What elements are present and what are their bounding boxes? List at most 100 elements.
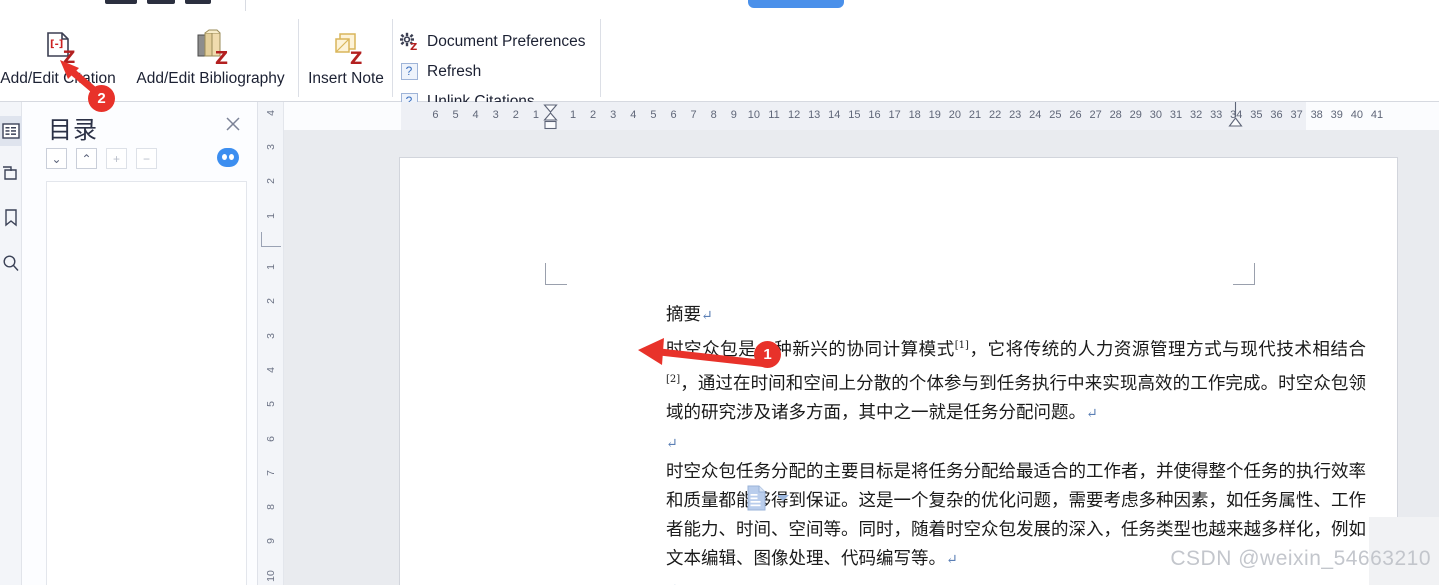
hruler-tick-right-13: 13 bbox=[808, 109, 821, 121]
toc-sync-toggle[interactable] bbox=[217, 148, 239, 167]
hruler-tick-right-29: 29 bbox=[1129, 109, 1142, 121]
paragraph-mark: ↵ bbox=[946, 551, 958, 568]
paragraph-heading[interactable]: 摘要↵ bbox=[666, 301, 1366, 331]
right-indent-marker[interactable] bbox=[1228, 102, 1243, 133]
hruler-tick-right-12: 12 bbox=[787, 109, 801, 121]
hruler-tick-left-6: 6 bbox=[432, 109, 439, 121]
hruler-tick-right-11: 11 bbox=[768, 109, 780, 121]
toc-collapse-up-button[interactable]: ⌃ bbox=[76, 148, 97, 169]
top-icon-remnant-2[interactable] bbox=[147, 0, 175, 4]
refresh-item[interactable]: ? Refresh bbox=[398, 59, 586, 84]
toggle-dot-right bbox=[229, 154, 234, 160]
hruler-tick-right-20: 20 bbox=[948, 109, 962, 121]
top-strip-divider bbox=[245, 0, 246, 11]
hruler-tick-right-40: 40 bbox=[1350, 109, 1364, 121]
top-primary-button[interactable] bbox=[748, 0, 844, 8]
bibliography-books-z-icon: Z bbox=[189, 25, 233, 67]
question-box-icon: ? bbox=[398, 62, 420, 81]
paragraph-mark: ↵ bbox=[701, 308, 713, 324]
gear-z-icon: Z bbox=[398, 32, 420, 51]
hruler-tick-left-1: 1 bbox=[532, 109, 539, 121]
minus-icon: − bbox=[142, 151, 150, 166]
top-icon-remnant-3[interactable] bbox=[185, 0, 211, 4]
vertical-ruler[interactable]: 4321 1234567891011 bbox=[258, 102, 284, 585]
toc-expand-level-button[interactable]: + bbox=[106, 148, 127, 169]
svg-text:[-]: [-] bbox=[50, 39, 63, 50]
vruler-tick-top-2: 2 bbox=[265, 178, 277, 185]
insert-note-z-icon: Z bbox=[326, 25, 366, 67]
hruler-tick-right-15: 15 bbox=[848, 109, 861, 121]
callout-badge-2: 2 bbox=[88, 85, 115, 112]
vruler-tick-body-2: 2 bbox=[265, 298, 277, 305]
zotero-ribbon-tab: [-] Z Add/Edit Citation Z Add/Edit Bibli… bbox=[0, 11, 1439, 110]
heading-text: 摘要 bbox=[666, 305, 701, 325]
document-canvas[interactable]: 摘要↵ 时空众包是一种新兴的协同计算模式[1]，它将传统的人力资源管理方式与现代技… bbox=[284, 130, 1439, 585]
csdn-watermark: CSDN @weixin_54663210 bbox=[1170, 547, 1431, 570]
paragraph-mark: ↵ bbox=[666, 582, 678, 585]
hruler-tick-right-1: 1 bbox=[569, 109, 577, 121]
hruler-tick-right-32: 32 bbox=[1189, 109, 1203, 121]
vruler-tick-body-3: 3 bbox=[265, 332, 277, 339]
toggle-dot-left bbox=[222, 154, 227, 160]
chevron-down-icon: ⌄ bbox=[51, 151, 62, 166]
hruler-tick-right-38: 38 bbox=[1310, 109, 1323, 121]
left-tool-rail bbox=[0, 102, 26, 585]
add-edit-bibliography-button[interactable]: Z Add/Edit Bibliography bbox=[128, 25, 293, 88]
paste-options-control[interactable] bbox=[746, 485, 789, 511]
table-of-contents-panel: 目录 ⌄ ⌃ + − bbox=[22, 102, 258, 585]
hruler-tick-left-4: 4 bbox=[472, 109, 479, 121]
svg-text:Z: Z bbox=[350, 49, 362, 67]
close-icon[interactable] bbox=[223, 114, 243, 134]
vruler-tick-top-3: 3 bbox=[265, 144, 277, 151]
top-icon-remnant-1[interactable] bbox=[105, 0, 137, 4]
paragraph-blank: ↵ bbox=[666, 575, 1366, 585]
text-run: ，通过在时间和空间上分散的个体参与到任务执行中来实现高效的工作完成。时空众包领域… bbox=[666, 373, 1366, 423]
toc-reduce-level-button[interactable]: − bbox=[136, 148, 157, 169]
hruler-tick-right-10: 10 bbox=[747, 109, 761, 121]
document-page[interactable]: 摘要↵ 时空众包是一种新兴的协同计算模式[1]，它将传统的人力资源管理方式与现代技… bbox=[400, 158, 1397, 585]
paragraph-mark: ↵ bbox=[1086, 405, 1098, 422]
vruler-margin-edge bbox=[261, 232, 262, 246]
vruler-tick-body-4: 4 bbox=[265, 366, 277, 373]
hruler-tick-right-31: 31 bbox=[1169, 109, 1183, 121]
insert-note-button[interactable]: Z Insert Note bbox=[302, 25, 390, 88]
hruler-tick-right-39: 39 bbox=[1330, 109, 1343, 121]
hruler-tick-right-24: 24 bbox=[1029, 109, 1042, 121]
citation-superscript: [2] bbox=[666, 373, 681, 385]
vruler-tick-body-6: 6 bbox=[265, 435, 277, 442]
ribbon-divider-2 bbox=[392, 19, 393, 97]
ribbon-divider-3 bbox=[600, 19, 601, 97]
hruler-tick-left-2: 2 bbox=[512, 109, 519, 121]
vruler-tick-top-1: 1 bbox=[265, 212, 277, 219]
document-preferences-label: Document Preferences bbox=[427, 32, 586, 50]
toc-toolbar: ⌄ ⌃ + − bbox=[46, 148, 157, 169]
vruler-tick-body-8: 8 bbox=[265, 504, 277, 511]
hruler-tick-right-41: 41 bbox=[1370, 109, 1384, 121]
vruler-tick-body-1: 1 bbox=[265, 264, 277, 270]
hruler-tick-left-3: 3 bbox=[492, 109, 499, 121]
toc-entry-list[interactable] bbox=[46, 181, 247, 585]
chevron-down-icon[interactable] bbox=[777, 495, 789, 501]
hruler-tick-right-23: 23 bbox=[1009, 109, 1022, 121]
chevron-up-icon: ⌃ bbox=[81, 151, 92, 166]
citation-superscript: [1] bbox=[954, 340, 969, 351]
document-preferences-item[interactable]: Z Document Preferences bbox=[398, 29, 586, 54]
hruler-tick-right-26: 26 bbox=[1069, 109, 1082, 121]
toc-title: 目录 bbox=[48, 116, 98, 144]
hruler-tick-right-37: 37 bbox=[1290, 109, 1303, 121]
sticky-note-icon bbox=[3, 165, 17, 180]
hruler-tick-right-5: 5 bbox=[650, 109, 657, 121]
hruler-tick-right-14: 14 bbox=[828, 109, 841, 121]
svg-text:Z: Z bbox=[215, 48, 228, 67]
add-edit-bibliography-label: Add/Edit Bibliography bbox=[136, 70, 285, 87]
hruler-tick-right-18: 18 bbox=[908, 109, 921, 121]
hruler-tick-right-3: 3 bbox=[610, 109, 617, 121]
refresh-label: Refresh bbox=[427, 62, 482, 80]
horizontal-ruler[interactable]: 6 5 4 3 2 1 1 2 3 4 5 6 7 8 9 10 11 12 13 14 15 16 17 18 19 20 21 2… bbox=[284, 102, 1439, 130]
hruler-tick-right-30: 30 bbox=[1149, 109, 1163, 121]
toc-collapse-down-button[interactable]: ⌄ bbox=[46, 148, 67, 169]
hruler-tick-right-27: 27 bbox=[1089, 109, 1102, 121]
hruler-tick-right-36: 36 bbox=[1270, 109, 1283, 121]
paragraph-mark: ↵ bbox=[666, 435, 678, 452]
insert-note-label: Insert Note bbox=[308, 70, 384, 87]
